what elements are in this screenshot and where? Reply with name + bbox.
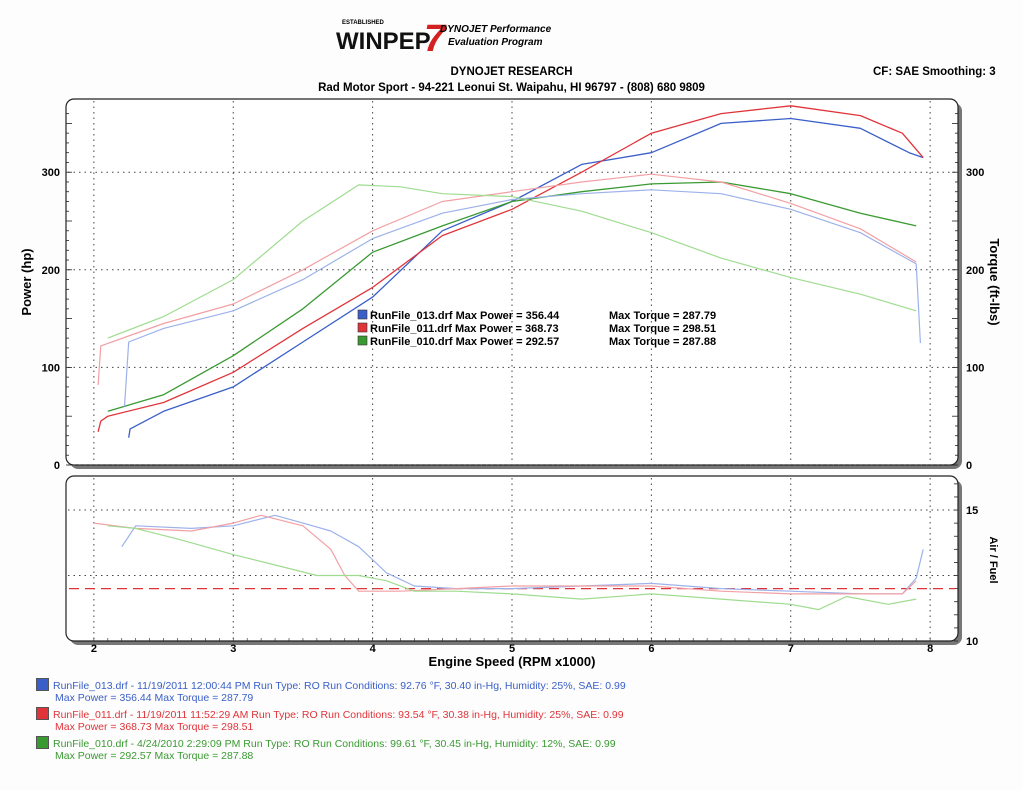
power-tick-label: 0 <box>54 460 60 472</box>
legend-swatch-2 <box>357 335 368 346</box>
power-tick-label: 200 <box>42 265 60 277</box>
dyno-chart: 2 3 4 5 6 7 8010020030001002003001015Engine Sp… <box>19 98 1002 669</box>
run-010-info-line2: Max Power = 292.57 Max Torque = 287.88 <box>55 750 254 762</box>
x-tick-label: 8 <box>927 643 933 655</box>
legend-swatch-1 <box>357 322 368 333</box>
torque-tick-label: 0 <box>966 460 972 472</box>
torque-tick-label: 300 <box>966 167 984 179</box>
legend-max-torque-label: Max Torque = 287.79 <box>609 310 716 322</box>
torque-tick-label: 100 <box>966 362 984 374</box>
run-info-010: RunFile_010.drf - 4/24/2010 2:29:09 PM R… <box>36 736 616 762</box>
power-tick-label: 100 <box>42 362 60 374</box>
run-010-info-line1: RunFile_010.drf - 4/24/2010 2:29:09 PM R… <box>53 738 616 750</box>
airfuel-axis-title: Air / Fuel <box>987 536 999 583</box>
run-011-swatch <box>36 707 49 720</box>
torque-tick-label: 200 <box>966 265 984 277</box>
af-tick-label: 10 <box>966 636 978 648</box>
x-tick-label: 2 <box>91 643 97 655</box>
power-axis-title: Power (hp) <box>19 248 34 315</box>
legend-max-torque-label: Max Torque = 298.51 <box>609 323 716 335</box>
run-010-swatch <box>36 736 49 749</box>
run-011-info-line2: Max Power = 368.73 Max Torque = 298.51 <box>55 721 254 733</box>
run-013-info-line1: RunFile_013.drf - 11/19/2011 12:00:44 PM… <box>53 680 626 692</box>
x-tick-label: 4 <box>370 643 377 655</box>
power-tick-label: 300 <box>42 167 60 179</box>
run-011-info-line1: RunFile_011.drf - 11/19/2011 11:52:29 AM… <box>53 709 624 721</box>
legend-max-power-label: RunFile_010.drf Max Power = 292.57 <box>370 336 559 348</box>
legend-max-torque-label: Max Torque = 287.88 <box>609 336 716 348</box>
run-info-013: RunFile_013.drf - 11/19/2011 12:00:44 PM… <box>36 678 626 704</box>
legend-max-power-label: RunFile_013.drf Max Power = 356.44 <box>370 310 560 322</box>
legend-max-power-label: RunFile_011.drf Max Power = 368.73 <box>370 323 559 335</box>
x-tick-label: 3 <box>230 643 236 655</box>
legend-swatch-0 <box>357 309 368 320</box>
x-tick-label: 7 <box>788 643 794 655</box>
x-tick-label: 6 <box>648 643 654 655</box>
x-axis-title: Engine Speed (RPM x1000) <box>429 654 596 669</box>
run-013-swatch <box>36 678 49 691</box>
run-013-info-line2: Max Power = 356.44 Max Torque = 287.79 <box>55 692 254 704</box>
torque-axis-title: Torque (ft-lbs) <box>987 238 1002 325</box>
run-info-011: RunFile_011.drf - 11/19/2011 11:52:29 AM… <box>36 707 624 733</box>
af-tick-label: 15 <box>966 505 978 517</box>
